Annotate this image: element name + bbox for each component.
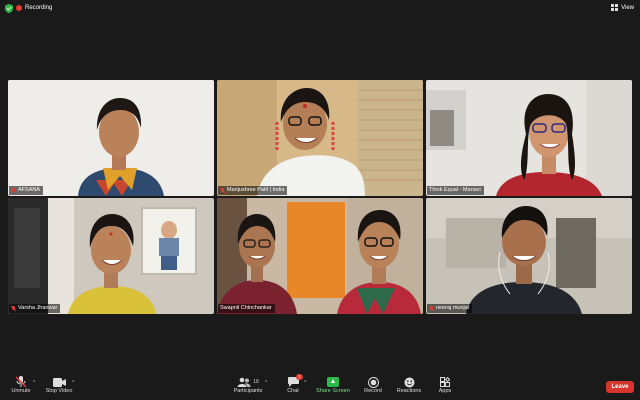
view-button[interactable]: View xyxy=(611,4,634,11)
participant-video xyxy=(8,198,214,314)
muted-mic-icon xyxy=(220,187,225,194)
participant-name-tag: Swapnil Chinchankar xyxy=(218,304,275,313)
chat-unread-badge: 1 xyxy=(295,374,303,380)
participant-video xyxy=(8,80,214,196)
chat-button[interactable]: 1 Chat xyxy=(283,374,303,394)
participant-video xyxy=(217,198,423,314)
recording-indicator[interactable]: Recording xyxy=(16,5,52,11)
video-camera-icon xyxy=(52,377,66,387)
record-icon xyxy=(367,376,379,388)
share-screen-label: Share Screen xyxy=(316,388,350,394)
video-tile-afsana[interactable]: AFSANA xyxy=(8,80,214,196)
recording-label: Recording xyxy=(25,5,53,11)
video-tile-manjushree[interactable]: Manjushree Patil | India xyxy=(217,80,423,196)
chat-label: Chat xyxy=(287,388,299,394)
view-label: View xyxy=(621,4,634,11)
video-tile-swapnil[interactable]: Swapnil Chinchankar xyxy=(217,198,423,314)
participant-name-tag: neeraj munjal xyxy=(427,304,473,313)
audio-options-chevron-icon[interactable]: ^ xyxy=(33,380,35,386)
share-screen-icon xyxy=(327,377,339,387)
video-tile-varsha[interactable]: Varsha Jhanwar xyxy=(8,198,214,314)
apps-label: Apps xyxy=(438,388,452,394)
record-button[interactable]: Record xyxy=(361,376,385,394)
participants-label: Participants xyxy=(233,388,263,394)
participants-icon xyxy=(237,377,251,387)
participant-name-tag: AFSANA xyxy=(9,186,44,195)
reactions-label: Reactions xyxy=(396,388,422,394)
muted-mic-icon xyxy=(11,187,16,194)
muted-mic-icon xyxy=(429,305,434,312)
recording-dot-icon xyxy=(16,5,22,11)
chat-options-chevron-icon[interactable]: ^ xyxy=(304,380,306,386)
participants-count: 18 xyxy=(253,379,259,385)
stop-video-button[interactable]: Stop Video xyxy=(44,376,74,394)
participant-name: Think Equal - Manavi xyxy=(429,187,481,193)
video-options-chevron-icon[interactable]: ^ xyxy=(72,380,74,386)
top-bar: Recording View xyxy=(0,0,640,16)
participant-name: Manjushree Patil | India xyxy=(227,187,285,193)
video-tile-manavi[interactable]: Think Equal - Manavi xyxy=(426,80,632,196)
muted-mic-icon xyxy=(11,305,16,312)
muted-microphone-icon xyxy=(16,376,26,388)
participant-name: AFSANA xyxy=(18,187,41,193)
reactions-smiley-icon xyxy=(404,377,414,387)
meeting-toolbar: Unmute ^ Stop Video ^ 18 Participants ^ xyxy=(0,374,640,400)
record-label: Record xyxy=(364,388,382,394)
unmute-label: Unmute xyxy=(11,388,31,394)
apps-icon xyxy=(440,377,450,387)
reactions-button[interactable]: Reactions xyxy=(394,376,424,394)
participant-name: neeraj munjal xyxy=(436,305,470,311)
participant-video xyxy=(217,80,423,196)
stop-video-label: Stop Video xyxy=(45,388,73,394)
share-screen-button[interactable]: Share Screen xyxy=(314,376,352,394)
leave-button[interactable]: Leave xyxy=(606,381,634,393)
participant-name-tag: Manjushree Patil | India xyxy=(218,186,288,195)
participant-name-tag: Varsha Jhanwar xyxy=(9,304,61,313)
apps-button[interactable]: Apps xyxy=(435,376,455,394)
participant-name: Swapnil Chinchankar xyxy=(220,305,272,311)
encryption-shield-icon[interactable] xyxy=(5,4,13,13)
participant-video xyxy=(426,80,632,196)
participant-name: Varsha Jhanwar xyxy=(18,305,58,311)
participants-options-chevron-icon[interactable]: ^ xyxy=(265,380,267,386)
participant-name-tag: Think Equal - Manavi xyxy=(427,186,484,195)
participant-video xyxy=(426,198,632,314)
participants-button[interactable]: 18 Participants xyxy=(231,376,265,394)
grid-view-icon xyxy=(611,4,619,11)
unmute-button[interactable]: Unmute xyxy=(10,376,32,394)
video-tile-neeraj[interactable]: neeraj munjal xyxy=(426,198,632,314)
